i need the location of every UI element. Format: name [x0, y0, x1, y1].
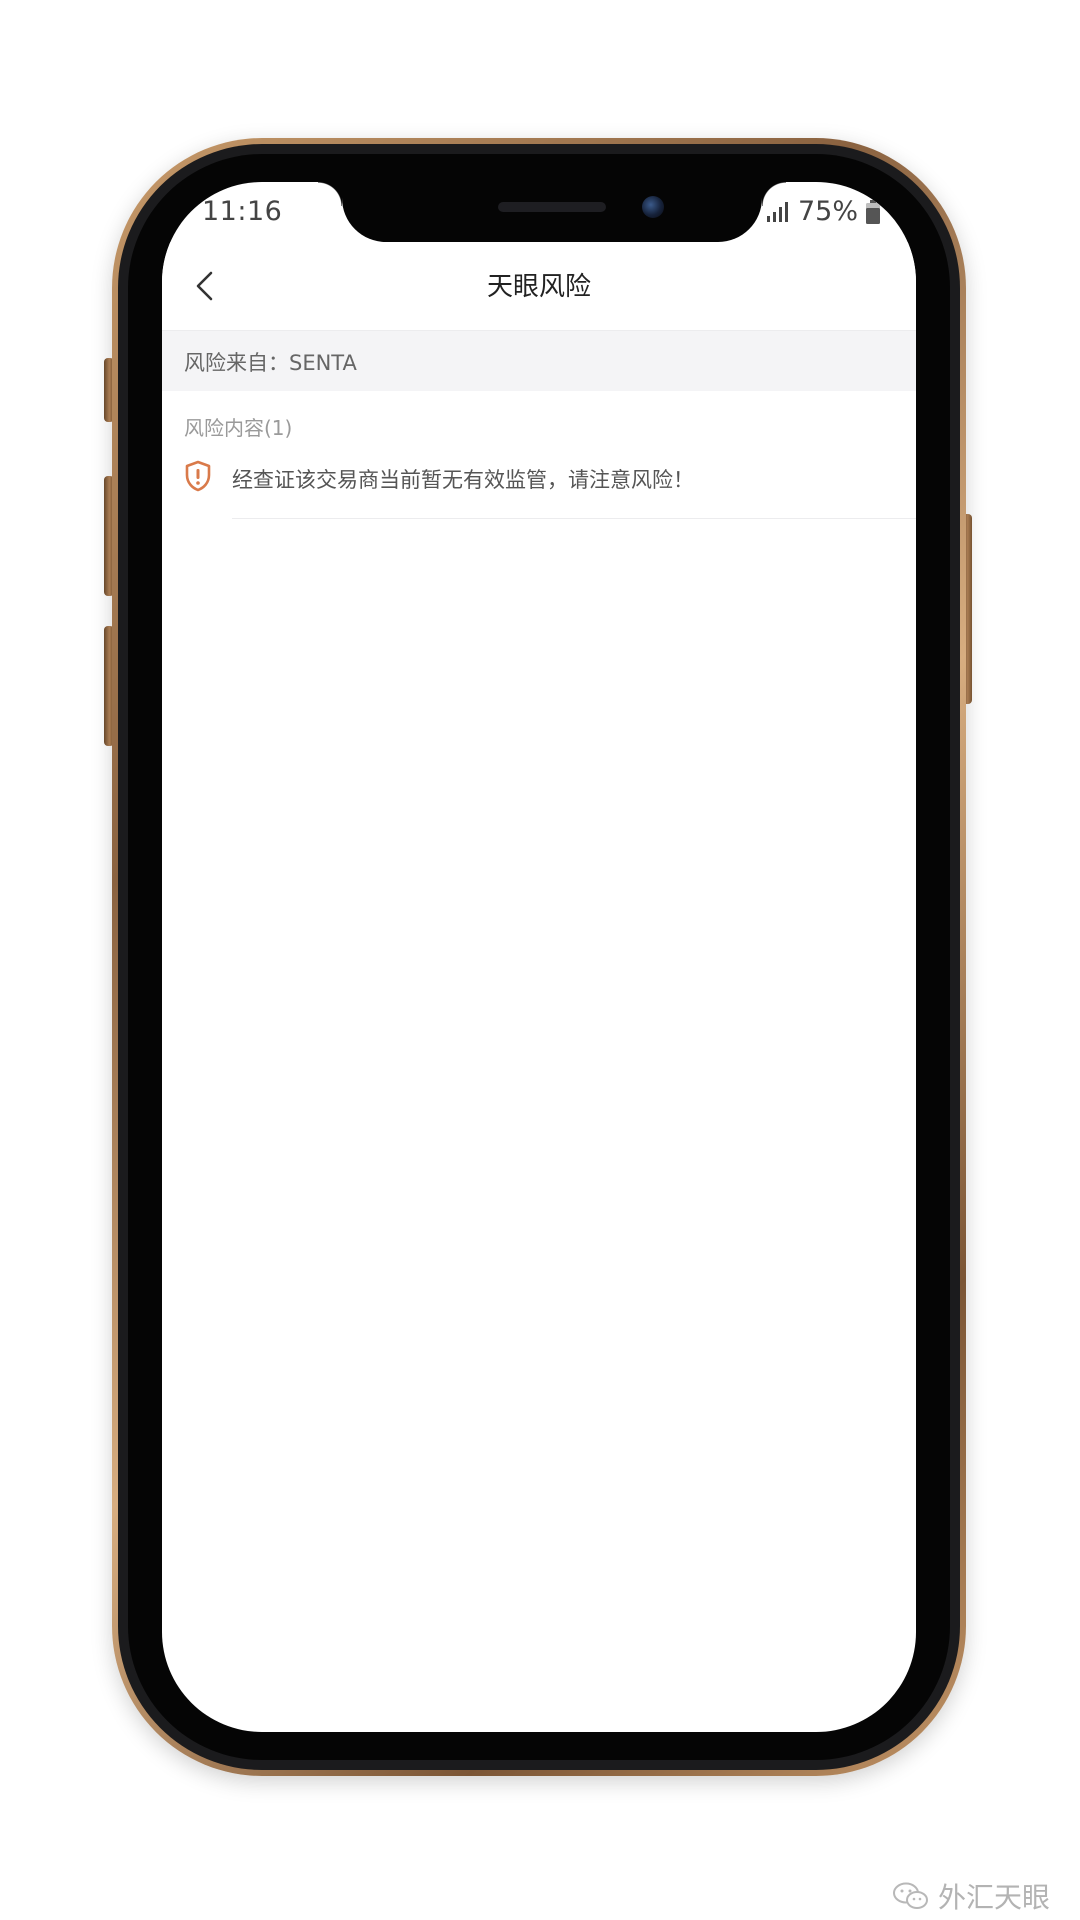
divider	[232, 518, 916, 519]
wechat-icon	[892, 1882, 928, 1909]
watermark: 外汇天眼	[892, 1876, 1050, 1916]
risk-source-banner: 风险来自：SENTA	[162, 330, 916, 391]
battery-icon	[866, 199, 880, 224]
speaker-grille	[498, 202, 606, 212]
risk-section-label: 风险内容(1)	[184, 416, 293, 440]
page: 11:16 G+ 75%	[0, 0, 1080, 1920]
shield-alert-icon	[185, 460, 211, 492]
battery-percentage: 75%	[797, 196, 858, 227]
watermark-text: 外汇天眼	[937, 1881, 1050, 1914]
phone-screen: 11:16 G+ 75%	[162, 182, 916, 1732]
notch	[318, 182, 786, 242]
status-time: 11:16	[202, 196, 283, 227]
risk-source-text: 风险来自：SENTA	[184, 351, 357, 375]
page-title: 天眼风险	[486, 272, 591, 302]
front-camera	[642, 196, 664, 218]
phone-frame: 11:16 G+ 75%	[112, 138, 966, 1776]
navigation-bar: 天眼风险	[162, 242, 916, 330]
risk-list-item: 经查证该交易商当前暂无有效监管，请注意风险！	[162, 450, 916, 520]
risk-item-text: 经查证该交易商当前暂无有效监管，请注意风险！	[232, 468, 694, 492]
